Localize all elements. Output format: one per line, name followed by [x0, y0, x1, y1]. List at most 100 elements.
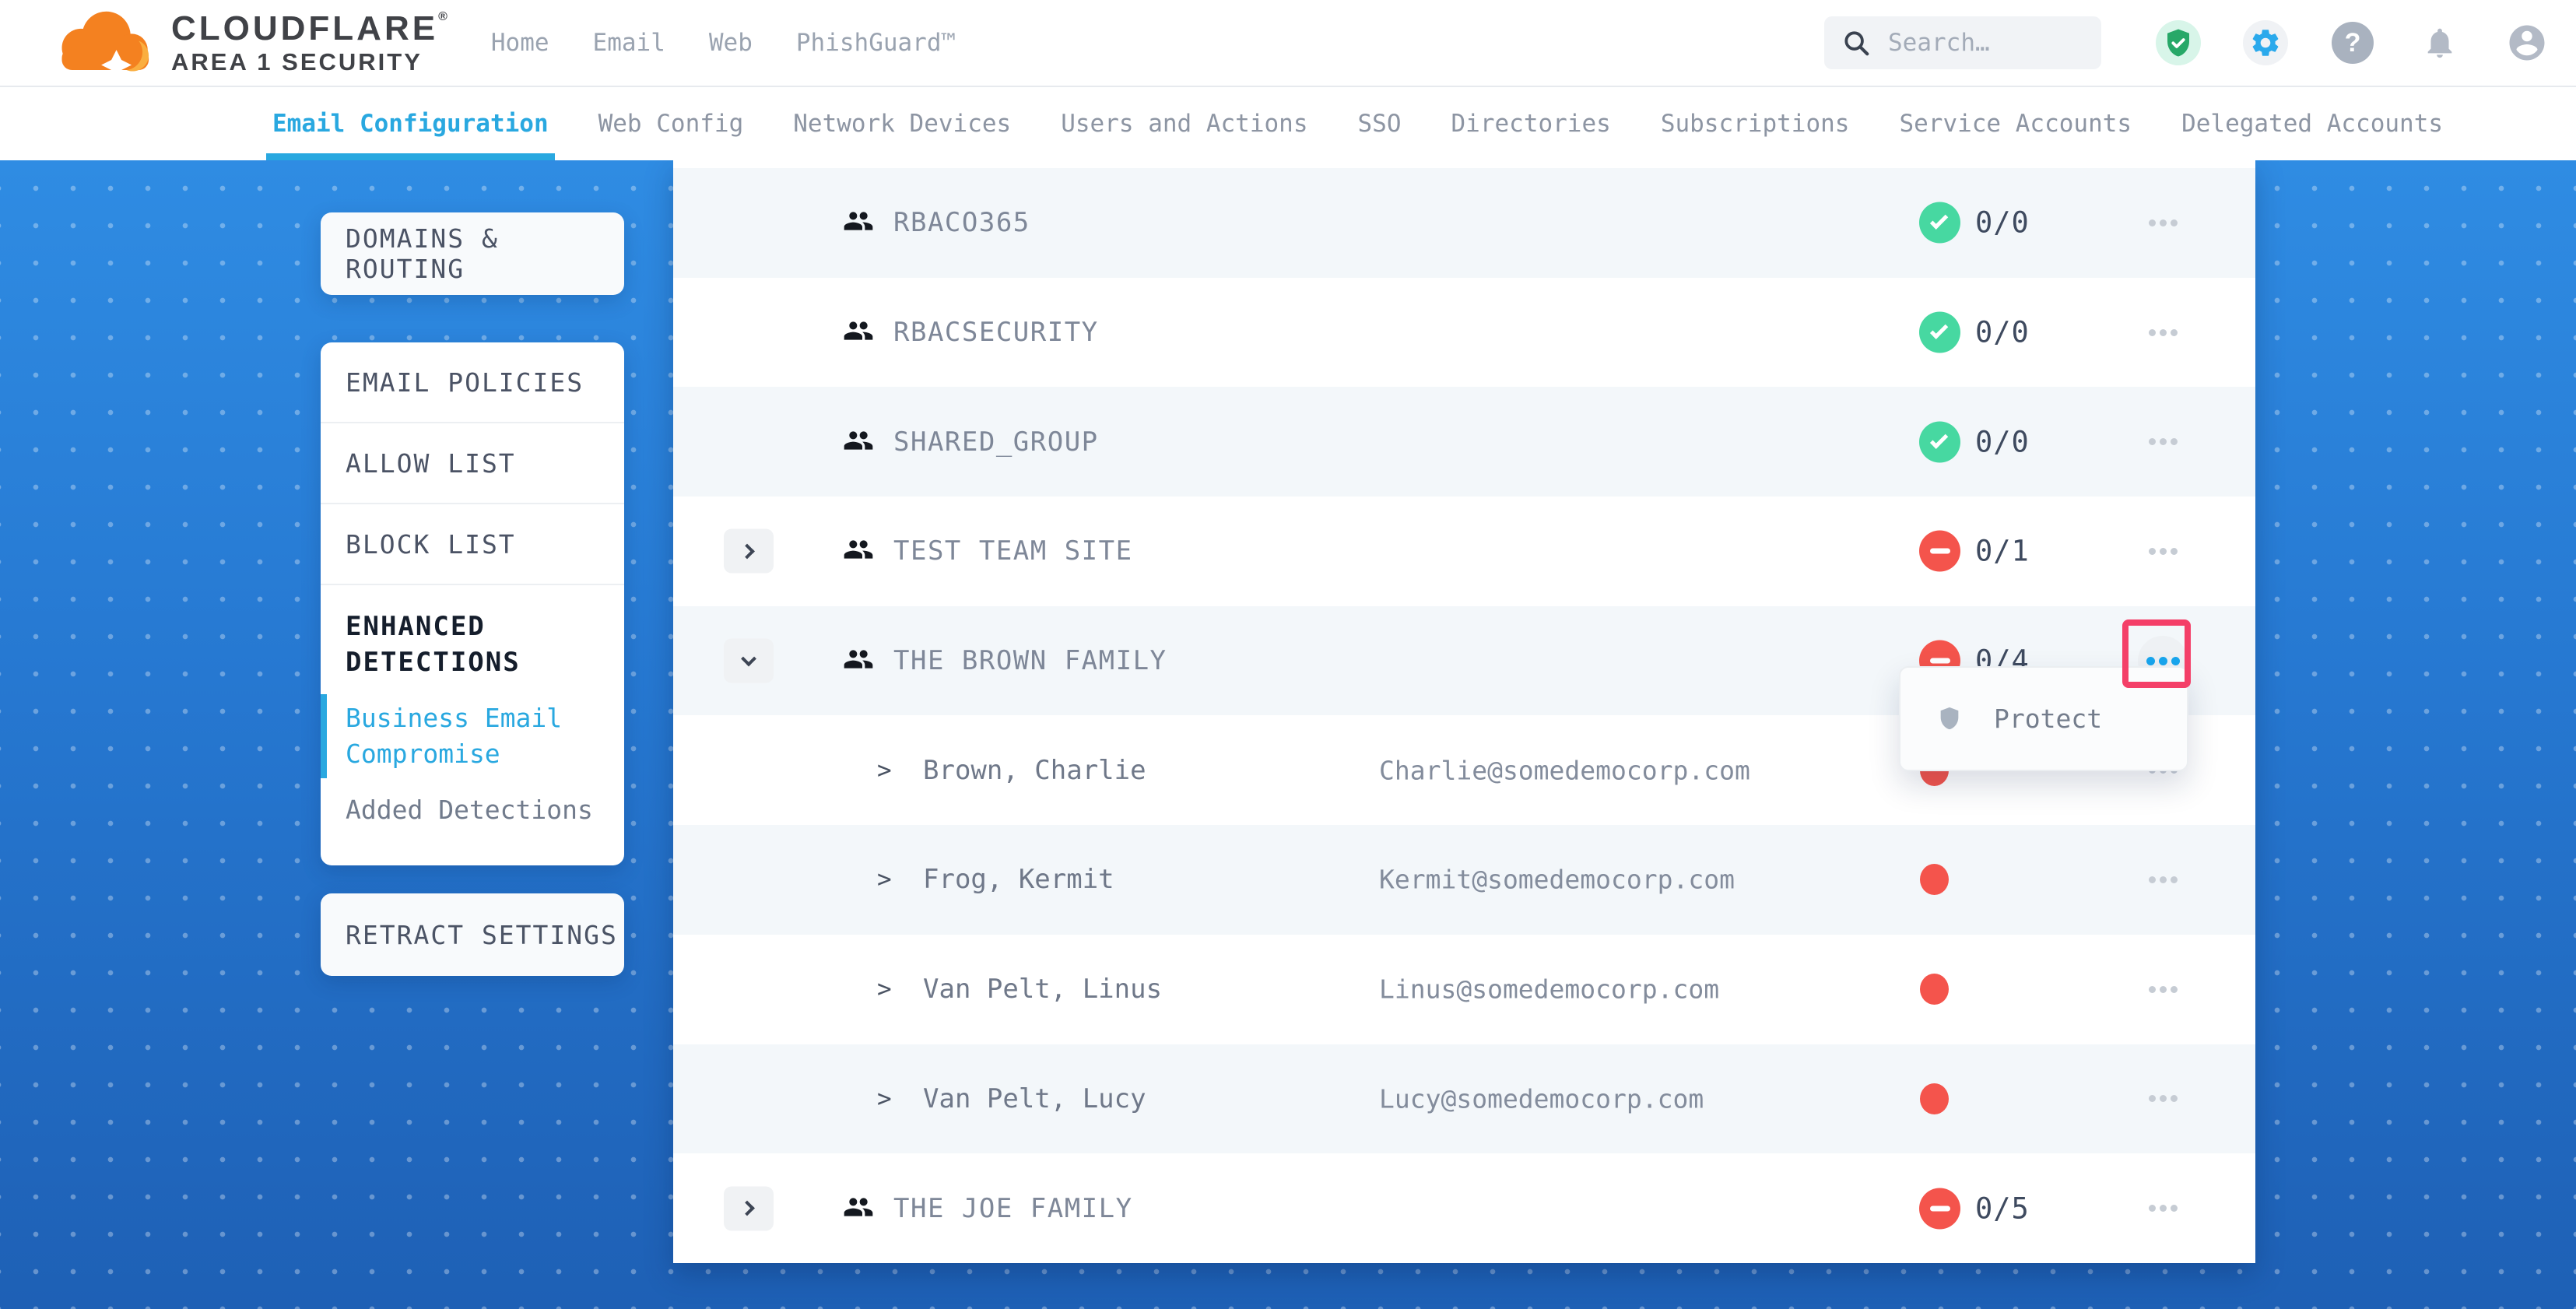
tab-label: SSO — [1358, 110, 1402, 138]
context-menu-item-label: Protect — [1994, 704, 2102, 734]
tab-label: Web Config — [598, 110, 744, 138]
tab-delegated-accounts[interactable]: Delegated Accounts — [2181, 87, 2443, 160]
shield-check-icon — [2162, 26, 2195, 59]
group-icon — [841, 534, 876, 568]
tab-sso[interactable]: SSO — [1358, 87, 1402, 160]
group-name: RBACO365 — [893, 207, 1030, 238]
notifications-button[interactable] — [2417, 20, 2462, 65]
sidebar-item-email-policies[interactable]: EMAIL POLICIES — [321, 342, 624, 423]
context-menu: Protect — [1899, 666, 2188, 771]
status-glyph — [1930, 658, 1950, 664]
sidebar-item-label: RETRACT SETTINGS — [346, 920, 618, 950]
table-row-group-rbacsecurity: RBACSECURITY 0/0 — [673, 278, 2255, 388]
tab-subscriptions[interactable]: Subscriptions — [1661, 87, 1850, 160]
sidebar-item-business-email-compromise[interactable]: Business Email Compromise — [346, 700, 599, 772]
member-status-dot — [1920, 1083, 1949, 1114]
chevron-icon — [739, 1201, 755, 1216]
header-nav-email[interactable]: Email — [593, 29, 665, 57]
sidebar-item-domains-routing[interactable]: DOMAINS & ROUTING — [321, 212, 624, 295]
member-chevron-icon[interactable]: > — [877, 975, 892, 1003]
bell-icon — [2422, 25, 2458, 61]
group-status-icon — [1919, 1188, 1960, 1229]
brand-subtitle: AREA 1 SECURITY — [171, 50, 447, 75]
sidebar-item-retract-settings[interactable]: RETRACT SETTINGS — [321, 893, 624, 976]
brand-name: CLOUDFLARE® — [171, 11, 447, 47]
table-row-group-rbaco365: RBACO365 0/0 — [673, 168, 2255, 278]
security-status-button[interactable] — [2156, 20, 2201, 65]
group-name: SHARED_GROUP — [893, 426, 1099, 458]
group-icon — [841, 315, 876, 349]
brand[interactable]: CLOUDFLARE® AREA 1 SECURITY — [0, 5, 447, 80]
tab-service-accounts[interactable]: Service Accounts — [1899, 87, 2132, 160]
table-row-member-frog-kermit: > Frog, Kermit Kermit@somedemocorp.com — [673, 825, 2255, 935]
row-menu-button[interactable] — [2138, 1074, 2188, 1124]
expand-toggle-button[interactable] — [724, 639, 774, 683]
sidebar-item-block-list[interactable]: BLOCK LIST — [321, 504, 624, 585]
tab-email-configuration[interactable]: Email Configuration — [272, 87, 549, 160]
tab-label: Directories — [1451, 110, 1611, 138]
status-glyph — [1930, 549, 1950, 554]
question-mark-icon: ? — [2332, 22, 2374, 64]
sidebar-item-allow-list[interactable]: ALLOW LIST — [321, 423, 624, 504]
row-menu-button[interactable] — [2138, 417, 2188, 467]
group-name: RBACSECURITY — [893, 317, 1099, 348]
tab-users-and-actions[interactable]: Users and Actions — [1061, 87, 1307, 160]
tab-network-devices[interactable]: Network Devices — [793, 87, 1011, 160]
member-name: Van Pelt, Lucy — [923, 1083, 1146, 1114]
member-chevron-icon[interactable]: > — [877, 756, 892, 784]
tab-label: Network Devices — [793, 110, 1011, 138]
help-button[interactable]: ? — [2330, 20, 2375, 65]
row-menu-button[interactable] — [2138, 307, 2188, 357]
tab-directories[interactable]: Directories — [1451, 87, 1611, 160]
member-status-dot — [1920, 974, 1949, 1005]
row-menu-button[interactable] — [2138, 526, 2188, 576]
table-row-group-test-team-site: TEST TEAM SITE 0/1 — [673, 497, 2255, 606]
search-box[interactable] — [1824, 16, 2101, 69]
status-glyph — [1929, 212, 1947, 230]
search-input[interactable] — [1886, 28, 2084, 58]
status-glyph — [1930, 1205, 1950, 1211]
table-row-group-the-brown-family: THE BROWN FAMILY 0/4 Protect — [673, 606, 2255, 716]
cloudflare-logo-icon — [45, 5, 163, 80]
search-icon — [1841, 28, 1871, 58]
row-menu-button[interactable] — [2138, 964, 2188, 1014]
group-icon — [841, 425, 876, 459]
member-email: Kermit@somedemocorp.com — [1379, 865, 1735, 895]
group-icon — [841, 1191, 876, 1226]
chevron-icon — [741, 651, 756, 666]
header-nav-phishguard[interactable]: PhishGuard™ — [796, 29, 956, 57]
expand-toggle-button[interactable] — [724, 1186, 774, 1230]
group-status-icon — [1919, 202, 1960, 244]
sidebar-item-label: DOMAINS & ROUTING — [346, 223, 624, 284]
sidebar-item-added-detections[interactable]: Added Detections — [346, 792, 599, 828]
app-root: CLOUDFLARE® AREA 1 SECURITY Home Email Web… — [0, 0, 2576, 1309]
member-chevron-icon[interactable]: > — [877, 865, 892, 893]
status-glyph — [1929, 430, 1947, 448]
protected-count: 0/5 — [1975, 1191, 2030, 1225]
expand-toggle-button[interactable] — [724, 529, 774, 574]
sidebar-section-enhanced-detections: ENHANCED DETECTIONS Business Email Compr… — [321, 585, 624, 861]
header-nav-home[interactable]: Home — [491, 29, 549, 57]
tab-label: Service Accounts — [1899, 110, 2132, 138]
row-menu-button[interactable] — [2138, 1184, 2188, 1234]
member-name: Brown, Charlie — [923, 755, 1146, 786]
context-menu-item-protect[interactable]: Protect — [1900, 668, 2187, 770]
member-chevron-icon[interactable]: > — [877, 1085, 892, 1113]
top-header: CLOUDFLARE® AREA 1 SECURITY Home Email Web… — [0, 0, 2576, 87]
group-name: THE JOE FAMILY — [893, 1193, 1133, 1224]
member-email: Lucy@somedemocorp.com — [1379, 1083, 1704, 1114]
row-menu-button[interactable] — [2138, 855, 2188, 904]
group-name: THE BROWN FAMILY — [893, 645, 1167, 676]
registered-mark: ® — [438, 10, 447, 23]
member-email: Charlie@somedemocorp.com — [1379, 755, 1750, 785]
row-menu-button[interactable] — [2138, 198, 2188, 247]
settings-button[interactable] — [2243, 20, 2288, 65]
group-status-icon — [1919, 312, 1960, 353]
protected-count: 0/0 — [1975, 206, 2030, 240]
sidebar-policies-box: EMAIL POLICIES ALLOW LIST BLOCK LIST ENH… — [321, 342, 624, 865]
header-nav-web[interactable]: Web — [709, 29, 753, 57]
tab-label: Email Configuration — [272, 110, 549, 138]
tab-web-config[interactable]: Web Config — [598, 87, 744, 160]
profile-button[interactable] — [2504, 20, 2550, 65]
sidebar-section-title[interactable]: ENHANCED DETECTIONS — [346, 609, 599, 680]
